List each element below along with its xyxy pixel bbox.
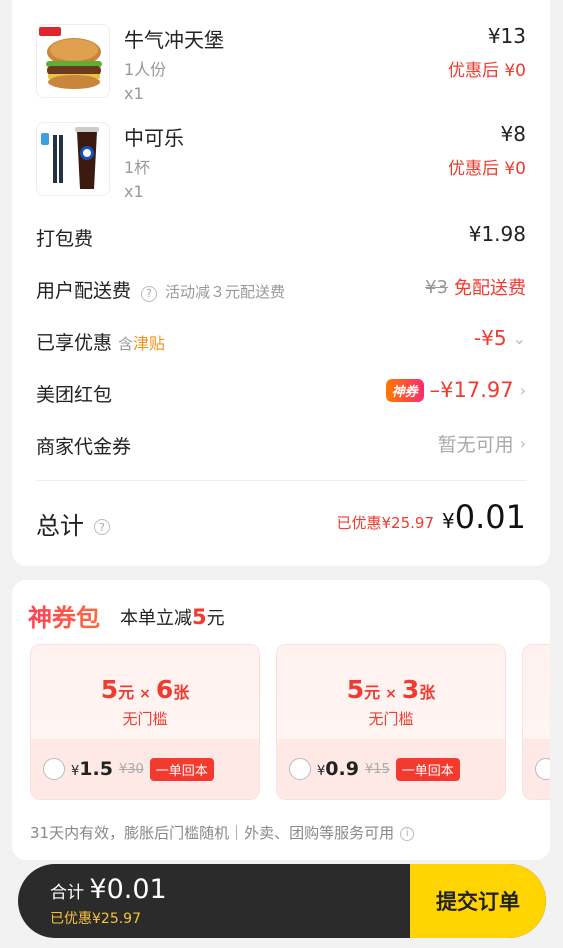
discounts-label: 已享优惠 [36, 332, 113, 354]
coupon-times: × [385, 686, 397, 702]
merchant-coupon-label: 商家代金券 [36, 436, 132, 458]
coupon-tag: 一单回本 [395, 757, 460, 781]
cola-image [36, 122, 110, 196]
discounts-sub-prefix: 含 [118, 335, 134, 353]
total-label: 总计? [36, 506, 110, 541]
coupon-option[interactable]: 5元 × 6张 无门槛 ¥1.5 ¥30 一单回本 [30, 644, 260, 800]
coupon-amount: 5 [346, 675, 365, 704]
order-item: 中可乐 1杯 x1 ¥8 优惠后 ¥0 [36, 122, 526, 212]
total-summary: 已优惠¥25.97 ¥0.01 [337, 498, 526, 536]
packing-fee-label: 打包费 [36, 228, 94, 250]
divider [36, 480, 526, 481]
total-label-text: 总计 [36, 512, 84, 540]
checkout-total-label: 合计 [50, 883, 90, 903]
coupon-pack-card: 神券包 本单立减5元 5元 × 6张 无门槛 ¥1.5 ¥30 一单回本 5元 × 3张… [12, 580, 550, 860]
coupon-pack-desc-amount: 5 [192, 605, 207, 629]
item-discounted-price: 优惠后 ¥0 [447, 61, 526, 81]
delivery-fee-row: 用户配送费? 活动减３元配送费 ¥3 免配送费 [36, 274, 526, 306]
coupon-amount: 5 [100, 675, 119, 704]
order-item: 牛气冲天堡 1人份 x1 ¥13 优惠后 ¥0 [36, 24, 526, 114]
red-packet-label: 美团红包 [36, 384, 113, 406]
coupon-pack-desc-unit: 元 [206, 608, 225, 629]
checkout-total: 合计 ¥0.01 [50, 874, 167, 905]
delivery-original-fee: ¥3 [425, 276, 448, 298]
coupon-count: 6 [155, 675, 174, 704]
coupon-count: 3 [401, 675, 420, 704]
info-icon[interactable]: i [400, 826, 415, 841]
checkout-bar: 合计 ¥0.01 已优惠¥25.97 提交订单 [18, 864, 546, 938]
item-name: 牛气冲天堡 [124, 28, 224, 52]
coupon-pack-note: 31天内有效，膨胀后门槛随机｜外卖、团购等服务可用 i [30, 822, 415, 843]
question-icon[interactable]: ? [141, 285, 158, 302]
checkout-saved: 已优惠¥25.97 [50, 911, 141, 927]
chevron-right-icon[interactable]: › [520, 381, 526, 400]
order-summary-card: 牛气冲天堡 1人份 x1 ¥13 优惠后 ¥0 中可乐 1杯 x1 ¥8 优惠后… [12, 0, 550, 566]
coupon-count-unit: 张 [419, 683, 436, 702]
red-packet-row[interactable]: 美团红包 神券 –¥17.97 › [36, 378, 526, 410]
packing-fee-value: ¥1.98 [468, 222, 526, 246]
item-price: ¥13 [487, 24, 526, 48]
red-packet-value: –¥17.97 [429, 378, 514, 402]
coupon-pack-note-text: 31天内有效，膨胀后门槛随机｜外卖、团购等服务可用 [30, 824, 395, 842]
coupon-tag: 一单回本 [149, 757, 214, 781]
chevron-down-icon[interactable]: ⌄ [513, 329, 526, 348]
coupon-times: × [139, 686, 151, 702]
item-discounted-price: 优惠后 ¥0 [447, 159, 526, 179]
coupon-pack-desc: 本单立减5元 [120, 604, 225, 630]
burger-image [36, 24, 110, 98]
coupon-old-price: ¥15 [364, 761, 390, 777]
coupon-old-price: ¥30 [118, 761, 144, 777]
coupon-amount-unit: 元 [118, 683, 135, 702]
discounts-row[interactable]: 已享优惠 含津贴 -¥5 ⌄ [36, 326, 526, 358]
item-name: 中可乐 [124, 126, 184, 150]
item-spec: 1人份 [124, 60, 167, 79]
coupon-threshold: 无门槛 [122, 710, 168, 728]
coupon-option-partial[interactable] [522, 644, 550, 800]
checkout-total-value: ¥0.01 [89, 874, 167, 905]
item-price: ¥8 [500, 122, 526, 146]
coupon-price: 0.9 [325, 758, 359, 780]
question-icon[interactable]: ? [94, 519, 110, 535]
merchant-coupon-value: 暂无可用 [437, 434, 514, 456]
delivery-free-label: 免配送费 [454, 278, 526, 299]
coupon-radio[interactable] [289, 758, 311, 780]
coupon-threshold: 无门槛 [368, 710, 414, 728]
total-saved: 已优惠¥25.97 [336, 514, 435, 532]
item-spec: 1杯 [124, 158, 151, 177]
shen-coupon-badge: 神券 [385, 378, 424, 402]
merchant-coupon-row[interactable]: 商家代金券 暂无可用 › [36, 430, 526, 462]
coupon-count-unit: 张 [173, 683, 190, 702]
coupon-pack-desc-prefix: 本单立减 [120, 608, 192, 629]
item-quantity: x1 [124, 84, 144, 103]
coupon-option[interactable]: 5元 × 3张 无门槛 ¥0.9 ¥15 一单回本 [276, 644, 506, 800]
coupon-price: 1.5 [79, 758, 113, 780]
packing-fee-row: 打包费 ¥1.98 [36, 222, 526, 254]
coupon-radio[interactable] [43, 758, 65, 780]
coupon-amount-unit: 元 [364, 683, 381, 702]
delivery-fee-note: 活动减３元配送费 [165, 283, 286, 301]
item-quantity: x1 [124, 182, 144, 201]
total-value: 0.01 [454, 498, 526, 536]
coupon-radio[interactable] [535, 758, 550, 780]
discounts-value: -¥5 [473, 326, 507, 350]
total-currency: ¥ [442, 509, 455, 533]
coupon-pack-title: 神券包 [28, 598, 100, 633]
delivery-fee-label: 用户配送费 [36, 280, 132, 302]
allowance-label: 津贴 [133, 334, 166, 353]
submit-order-button[interactable]: 提交订单 [410, 864, 546, 938]
chevron-right-icon[interactable]: › [520, 434, 526, 453]
